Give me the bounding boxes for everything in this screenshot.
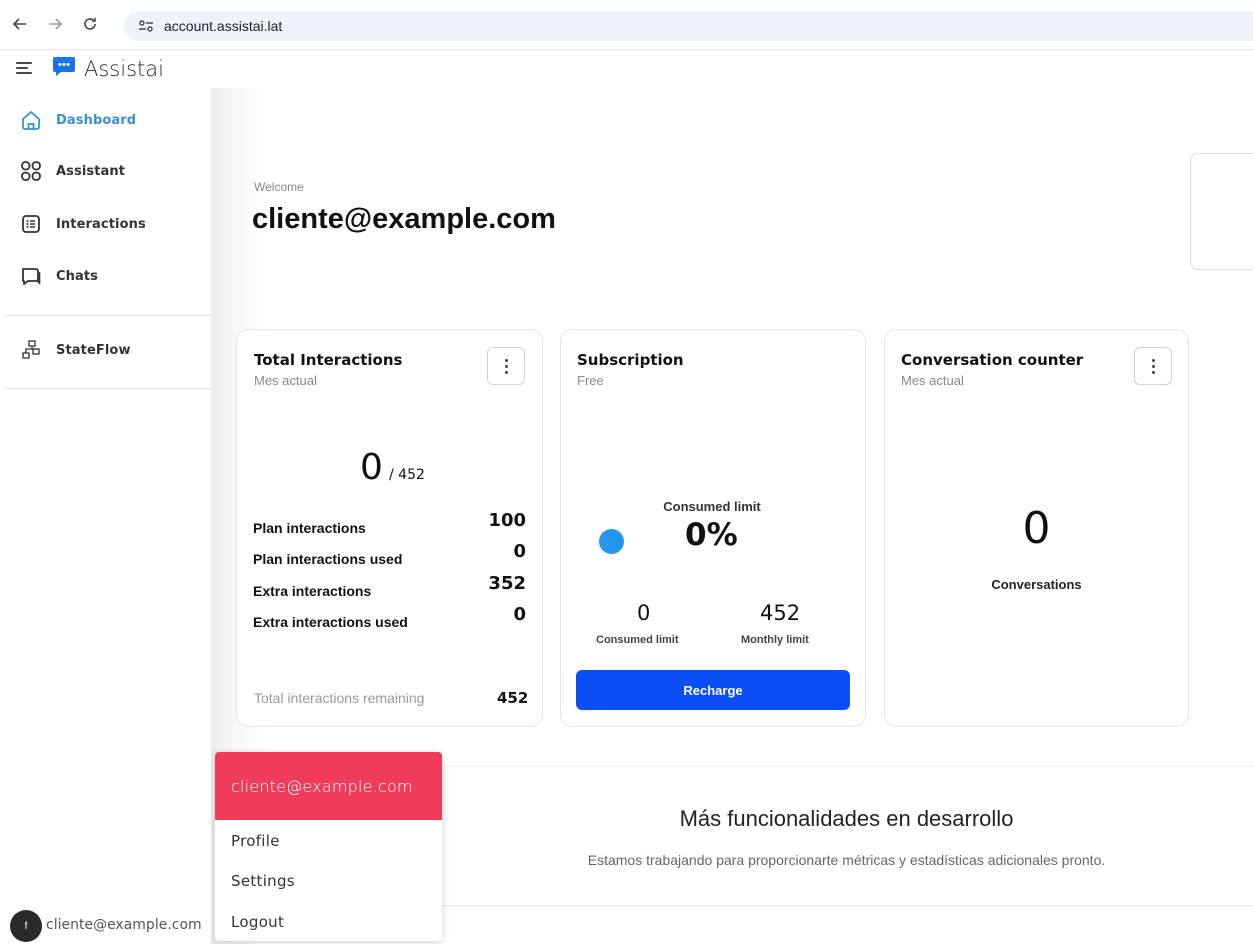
user-menu-popup: cliente@example.com Profile Settings Log… [215,752,442,941]
grid-icon [20,160,42,182]
card-title: Total Interactions [254,351,403,369]
card-subtitle: Mes actual [901,373,964,388]
card-subtitle: Free [577,373,604,388]
reload-icon[interactable] [80,14,100,34]
app-header: Assistai [0,50,1253,88]
kebab-dot-icon [504,370,508,374]
more-features-panel [440,766,1253,906]
sidebar-item-label: StateFlow [56,342,131,358]
url-text: account.assistai.lat [164,18,283,34]
address-bar[interactable]: account.assistai.lat [124,11,1253,41]
sidebar-item-label: Interactions [56,216,146,232]
stat-row: Plan interactions used 0 [253,541,526,567]
stat-label: Plan interactions [253,520,366,536]
kebab-dot-icon [1151,358,1155,362]
stat-row: Extra interactions 352 [253,573,526,599]
conversation-count: 0 [1022,503,1051,554]
kebab-dot-icon [1151,370,1155,374]
usage-indicator [599,529,624,554]
card-title: Conversation counter [901,351,1084,369]
sidebar-divider [6,388,211,389]
consumed-value: 0 [637,601,651,625]
user-menu-header: cliente@example.com [215,752,442,820]
consumed-label: Consumed limit [596,634,679,646]
card-title: Subscription [577,351,684,369]
sidebar-item-interactions[interactable]: Interactions [0,204,211,244]
sidebar: Dashboard Assistant Interactions Chats S… [0,88,211,944]
interactions-total: / 452 [389,467,425,483]
stat-label: Plan interactions used [253,551,403,567]
avatar[interactable]: f [10,910,42,942]
chat-icon [20,265,42,287]
forward-icon[interactable] [45,14,65,34]
card-menu-button[interactable] [1134,347,1172,385]
more-features-title: Más funcionalidades en desarrollo [679,806,1014,831]
remaining-label: Total interactions remaining [254,690,425,706]
conversation-label: Conversations [991,577,1082,592]
kebab-dot-icon [504,364,508,368]
sidebar-item-dashboard[interactable]: Dashboard [0,100,211,140]
hamburger-menu-icon[interactable] [16,59,34,77]
sidebar-item-label: Assistant [56,163,126,179]
stat-value: 100 [488,510,526,531]
stat-value: 0 [513,604,526,625]
consumed-caption: Consumed limit [663,499,761,514]
sidebar-item-label: Dashboard [56,112,137,128]
back-icon[interactable] [10,14,30,34]
page-title: cliente@example.com [252,203,556,235]
menu-item-settings[interactable]: Settings [231,872,295,890]
stat-value: 0 [513,541,526,562]
stat-value: 352 [488,573,526,594]
site-settings-icon[interactable] [138,19,154,33]
consumed-percent: 0% [685,517,738,553]
menu-item-profile[interactable]: Profile [231,832,280,850]
sidebar-item-stateflow[interactable]: StateFlow [0,330,211,370]
stat-label: Extra interactions used [253,614,408,630]
kebab-dot-icon [504,358,508,362]
home-icon [20,109,42,131]
sidebar-divider [6,315,211,316]
remaining-value: 452 [497,689,529,707]
brand-name: Assistai [84,57,164,81]
sidebar-item-label: Chats [56,268,99,284]
card-menu-button[interactable] [487,347,525,385]
assistai-logo-icon [52,55,76,77]
sidebar-item-chats[interactable]: Chats [0,256,211,296]
kebab-dot-icon [1151,364,1155,368]
recharge-button[interactable]: Recharge [576,670,850,710]
browser-toolbar: account.assistai.lat [0,0,1253,50]
stat-row: Extra interactions used 0 [253,604,526,630]
side-card [1190,153,1253,270]
interactions-used: 0 [360,447,383,488]
card-subtitle: Mes actual [254,373,317,388]
list-icon [20,213,42,235]
flow-icon [20,339,42,361]
footer-user-email[interactable]: cliente@example.com [46,917,202,933]
monthly-value: 452 [760,601,801,625]
sidebar-item-assistant[interactable]: Assistant [0,151,211,191]
menu-item-logout[interactable]: Logout [231,913,284,931]
welcome-label: Welcome [254,180,304,194]
more-features-description: Estamos trabajando para proporcionarte m… [587,852,1106,868]
stat-label: Extra interactions [253,583,372,599]
monthly-label: Monthly limit [741,634,809,646]
stat-row: Plan interactions 100 [253,510,526,536]
